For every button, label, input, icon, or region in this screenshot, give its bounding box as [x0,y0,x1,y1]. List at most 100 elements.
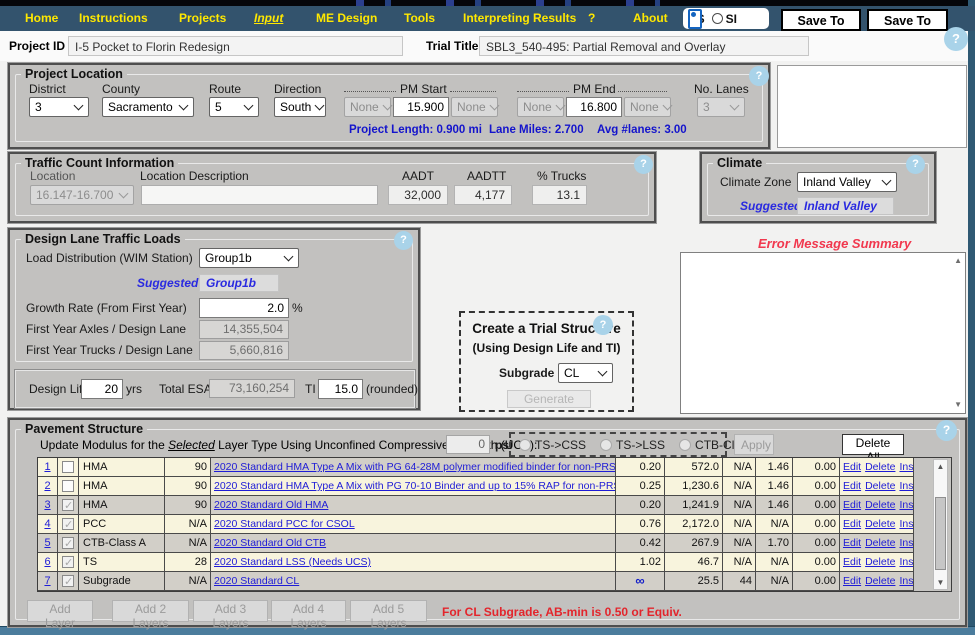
project-location-help-icon[interactable]: ? [749,66,769,86]
material-link[interactable]: 2020 Standard Old HMA [214,499,328,511]
scroll-up-icon[interactable]: ▲ [934,460,947,473]
material-link[interactable]: 2020 Standard CL [214,575,299,587]
menu-item-interpreting-results[interactable]: Interpreting Results [463,6,576,31]
project-id-input[interactable]: I-5 Pocket to Florin Redesign [68,36,403,56]
delete-link[interactable]: Delete [865,553,895,571]
county-select[interactable]: Sacramento [102,97,194,117]
units-toggle[interactable]: US SI [683,8,769,29]
traffic-help-icon[interactable]: ? [634,155,653,174]
layer-number-link[interactable]: 3 [44,499,50,511]
scroll-thumb[interactable] [935,497,946,570]
design-loads-help-icon[interactable]: ? [394,231,413,250]
delete-link[interactable]: Delete [865,496,895,514]
subgrade-select[interactable]: CL [558,363,613,383]
layer-type-cell: HMA [79,458,165,477]
delete-link[interactable]: Delete [865,515,895,533]
us-radio[interactable] [688,8,702,29]
district-select[interactable]: 3 [29,97,89,117]
layer-col10-cell: 0.00 [793,458,840,477]
edit-link[interactable]: Edit [843,572,861,590]
design-life-input[interactable]: 20 [81,379,123,399]
material-link[interactable]: 2020 Standard HMA Type A Mix with PG 70-… [214,480,615,492]
pm-end-input[interactable]: 16.800 [566,97,622,117]
layer-checkbox[interactable] [62,480,74,492]
ti-input[interactable]: 15.0 [318,379,363,399]
wim-select[interactable]: Group1b [199,248,299,268]
save-to-file-button[interactable]: Save To File [867,9,948,46]
route-select[interactable]: 5 [209,97,259,117]
layer-checkbox[interactable] [62,535,74,552]
location-label: Location [30,169,76,183]
layer-material-cell: 2020 Standard HMA Type A Mix with PG 64-… [211,458,616,477]
scroll-down-icon[interactable]: ▼ [934,576,947,589]
edit-link[interactable]: Edit [843,553,861,571]
menu-item-projects[interactable]: Projects [179,6,226,31]
scroll-up-icon[interactable]: ▲ [954,257,962,265]
menu-item-input[interactable]: Input [254,6,283,31]
edit-link[interactable]: Edit [843,458,861,476]
design-loads-panel: Design Lane Traffic Loads Load Distribut… [8,228,420,410]
save-to-db-button[interactable]: Save To DB [781,9,861,46]
menu-item-me-design[interactable]: ME Design [316,6,377,31]
delete-link[interactable]: Delete [865,534,895,552]
layer-thickness-cell: ∞ [616,572,665,591]
menu-item-home[interactable]: Home [25,6,58,31]
layer-checkbox[interactable] [62,497,74,514]
layer-material-cell: 2020 Standard LSS (Needs UCS) [211,553,616,572]
menu-item-instructions[interactable]: Instructions [79,6,148,31]
error-message-list[interactable]: ▲ ▼ [680,252,966,414]
radio-ts-lss[interactable]: TS->LSS [600,438,665,452]
delete-link[interactable]: Delete [865,458,895,476]
climate-help-icon[interactable]: ? [906,155,925,174]
climate-zone-select[interactable]: Inland Valley [797,172,897,192]
material-link[interactable]: 2020 Standard LSS (Needs UCS) [214,556,371,568]
layer-checkbox[interactable] [62,461,74,473]
layer-actions-cell: EditDeleteInsert [840,534,915,553]
layer-number-link[interactable]: 2 [44,480,50,492]
edit-link[interactable]: Edit [843,534,861,552]
layer-number-link[interactable]: 7 [44,575,50,587]
ucs-input[interactable]: 0 [446,435,490,454]
direction-select[interactable]: South [274,97,326,117]
layer-number-link[interactable]: 1 [44,461,50,473]
layer-gf-cell: N/A [756,572,793,591]
layer-number-link[interactable]: 6 [44,556,50,568]
growth-rate-input[interactable]: 2.0 [199,298,289,318]
material-link[interactable]: 2020 Standard PCC for CSOL [214,518,355,530]
scroll-down-icon[interactable]: ▼ [954,401,962,409]
page-help-icon[interactable]: ? [944,27,968,51]
material-link[interactable]: 2020 Standard HMA Type A Mix with PG 64-… [214,461,615,473]
edit-link[interactable]: Edit [843,477,861,495]
add-2-layers-button[interactable]: Add 2 Layers [112,600,189,630]
menu-item-tools[interactable]: Tools [404,6,435,31]
pavement-help-icon[interactable]: ? [936,420,957,441]
layer-checkbox[interactable] [62,516,74,533]
menu-item-about[interactable]: About [633,6,668,31]
trial-structure-help-icon[interactable]: ? [593,315,613,335]
material-link[interactable]: 2020 Standard Old CTB [214,537,326,549]
layer-modulus-cell: 267.9 [665,534,723,553]
delete-link[interactable]: Delete [865,477,895,495]
menu-item-help[interactable]: ? [588,6,595,31]
table-scrollbar[interactable]: ▲ ▼ [933,459,948,590]
pm-start-input[interactable]: 15.900 [393,97,449,117]
radio-ts-css[interactable]: TS->CSS [519,438,586,452]
design-loads-title: Design Lane Traffic Loads [21,232,185,246]
layer-checkbox[interactable] [62,573,74,590]
add-5-layers-button[interactable]: Add 5 Layers [350,600,427,630]
layer-checkbox[interactable] [62,554,74,571]
si-radio[interactable] [711,13,723,24]
location-description-input[interactable] [141,185,378,205]
generate-button[interactable]: Generate [507,390,591,408]
layer-number-link[interactable]: 5 [44,537,50,549]
edit-link[interactable]: Edit [843,515,861,533]
add-4-layers-button[interactable]: Add 4 Layers [271,600,346,630]
add-layer-button[interactable]: Add Layer [27,600,93,630]
layer-number-link[interactable]: 4 [44,518,50,530]
delete-all-button[interactable]: Delete All [842,434,904,464]
edit-link[interactable]: Edit [843,496,861,514]
add-3-layers-button[interactable]: Add 3 Layers [193,600,268,630]
trial-title-input[interactable]: SBL3_540-495: Partial Removal and Overla… [479,36,809,56]
delete-link[interactable]: Delete [865,572,895,590]
apply-button[interactable]: Apply [734,434,774,455]
